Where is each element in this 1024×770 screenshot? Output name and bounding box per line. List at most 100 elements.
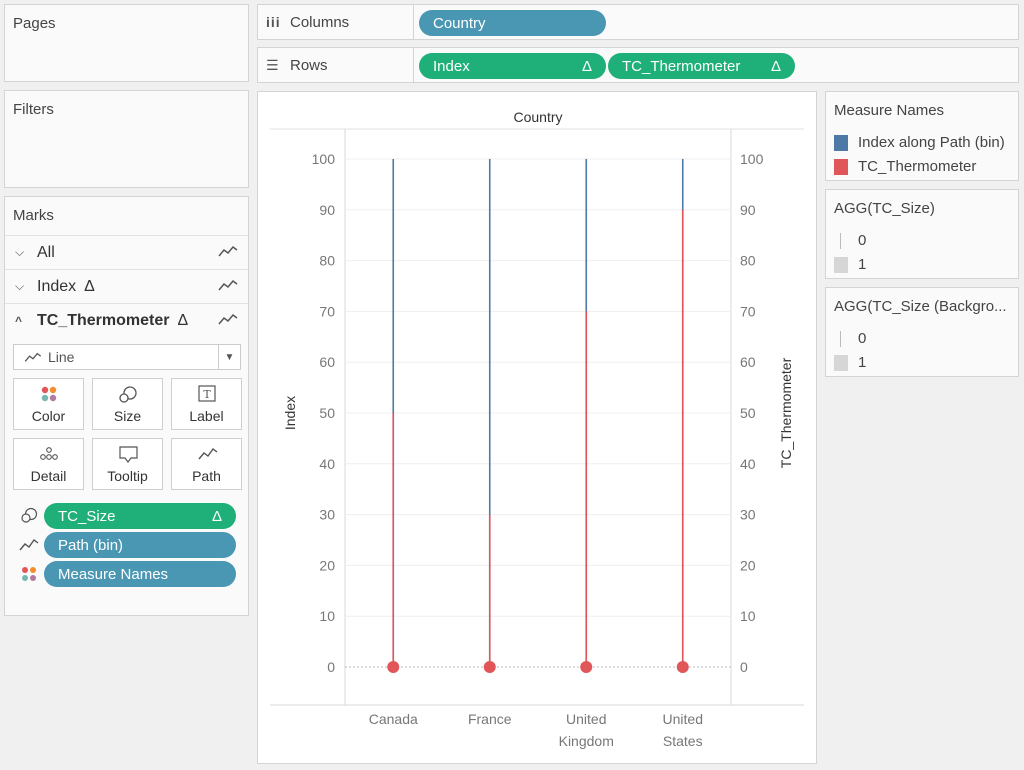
filters-title: Filters: [13, 101, 54, 118]
x-tick-label: United: [663, 711, 703, 727]
legend-label: TC_Thermometer: [858, 158, 977, 175]
size-legend[interactable]: AGG(TC_Size) 0 1: [825, 189, 1019, 279]
size-legend-item-1: 1: [834, 256, 866, 273]
rows-shelf[interactable]: ☰ Rows Index Δ TC_Thermometer Δ: [257, 47, 1019, 83]
marks-row-all[interactable]: ⌵ All: [5, 235, 248, 269]
pill-label: Measure Names: [58, 565, 169, 583]
detail-icon: [40, 447, 58, 460]
y-tick-label-left: 10: [319, 608, 335, 624]
size-icon: [119, 386, 137, 403]
label-button[interactable]: T Label: [171, 378, 242, 430]
legend-label: 1: [858, 354, 867, 371]
color-icon: [41, 386, 57, 402]
y-tick-label-right: 100: [740, 151, 764, 167]
tooltip-button[interactable]: Tooltip: [92, 438, 163, 490]
pages-card[interactable]: Pages: [4, 4, 249, 82]
size-bg-legend-item-0: 0: [834, 330, 866, 347]
marks-title: Marks: [13, 207, 54, 224]
path-bin-pill[interactable]: Path (bin): [44, 532, 236, 558]
y-tick-label-left: 70: [319, 303, 335, 319]
legend-label: 0: [858, 330, 867, 347]
detail-button[interactable]: Detail: [13, 438, 84, 490]
thermometer-bulb: [387, 661, 400, 673]
y-tick-label-right: 30: [740, 507, 756, 523]
line-mark-icon: [218, 279, 238, 291]
label-button-label: Label: [189, 408, 224, 424]
column-header-title: Country: [513, 109, 562, 125]
marks-card: Marks ⌵ All ⌵ Index Δ ^ TC_Thermometer Δ…: [4, 196, 249, 616]
marks-field-tc-size[interactable]: TC_Size Δ: [19, 503, 241, 529]
pill-label: Country: [433, 14, 486, 32]
marks-field-measure-names[interactable]: Measure Names: [19, 561, 241, 587]
pages-title: Pages: [13, 15, 56, 32]
filters-card[interactable]: Filters: [4, 90, 249, 188]
marks-row-index[interactable]: ⌵ Index Δ: [5, 269, 248, 303]
mark-type-select[interactable]: Line ▼: [13, 344, 241, 370]
x-tick-label: United: [566, 711, 606, 727]
legend-swatch: [834, 158, 848, 175]
color-icon: [22, 567, 36, 581]
legend-label: 0: [858, 232, 867, 249]
size-bg-legend-item-1: 1: [834, 354, 866, 371]
thermometer-bulb: [483, 661, 496, 673]
y-tick-label-right: 20: [740, 557, 756, 573]
tc-size-pill[interactable]: TC_Size Δ: [44, 503, 236, 529]
path-button-label: Path: [192, 468, 221, 484]
pill-label: TC_Thermometer: [622, 57, 741, 75]
chart-view[interactable]: Country 0 0 10 10 20 20 30 30 40 40 50 50 60 60 70 70 80 8…: [257, 91, 817, 764]
marks-row-tc-thermometer[interactable]: ^ TC_Thermometer Δ: [5, 303, 248, 337]
x-tick-label: France: [468, 711, 512, 727]
index-pill[interactable]: Index Δ: [419, 53, 606, 79]
rows-icon: ☰: [266, 56, 279, 73]
path-button[interactable]: Path: [171, 438, 242, 490]
legend-title: AGG(TC_Size): [834, 200, 935, 217]
size-icon: [21, 507, 38, 523]
tooltip-button-label: Tooltip: [107, 468, 148, 484]
size-background-legend[interactable]: AGG(TC_Size (Backgro... 0 1: [825, 287, 1019, 377]
columns-shelf[interactable]: iii Columns Country: [257, 4, 1019, 40]
delta-icon: Δ: [211, 507, 222, 525]
y-tick-label-left: 100: [312, 151, 336, 167]
delta-icon: Δ: [177, 311, 189, 329]
y-tick-label-right: 80: [740, 253, 756, 269]
path-icon: [198, 448, 218, 460]
chevron-down-icon: ⌵: [15, 245, 25, 259]
legend-item-thermometer[interactable]: TC_Thermometer: [834, 158, 976, 175]
measure-names-pill[interactable]: Measure Names: [44, 561, 236, 587]
y-tick-label-left: 0: [327, 659, 335, 675]
color-button[interactable]: Color: [13, 378, 84, 430]
path-icon: [19, 539, 39, 551]
country-pill[interactable]: Country: [419, 10, 606, 36]
marks-field-path-bin[interactable]: Path (bin): [19, 532, 241, 558]
y-tick-label-right: 60: [740, 354, 756, 370]
color-button-label: Color: [31, 408, 66, 424]
y-axis-title-right: TC_Thermometer: [778, 357, 794, 468]
line-mark-icon: [24, 352, 42, 362]
x-tick-label: Canada: [369, 711, 418, 727]
measure-names-legend[interactable]: Measure Names Index along Path (bin) TC_…: [825, 91, 1019, 181]
size-swatch-small: [834, 232, 848, 249]
size-button[interactable]: Size: [92, 378, 163, 430]
y-tick-label-left: 40: [319, 456, 335, 472]
mark-type-value: Line: [48, 349, 75, 365]
thermometer-chart[interactable]: Country 0 0 10 10 20 20 30 30 40 40 50 50 60 60 70 70 80 8…: [258, 92, 816, 763]
y-tick-label-left: 30: [319, 507, 335, 523]
legend-item-index[interactable]: Index along Path (bin): [834, 134, 1005, 151]
size-legend-item-0: 0: [834, 232, 866, 249]
columns-shelf-label: iii Columns: [258, 5, 414, 39]
x-tick-label: Kingdom: [559, 733, 614, 749]
tc-thermometer-pill[interactable]: TC_Thermometer Δ: [608, 53, 795, 79]
columns-label-text: Columns: [290, 13, 350, 31]
delta-icon: Δ: [84, 277, 95, 295]
rows-shelf-label: ☰ Rows: [258, 48, 414, 82]
marks-row-label: Index: [37, 277, 77, 295]
delta-icon: Δ: [770, 57, 781, 75]
legend-label: Index along Path (bin): [858, 134, 1005, 151]
thermometer-bulb: [676, 661, 689, 673]
line-mark-icon: [218, 245, 238, 257]
size-swatch-small: [834, 330, 848, 347]
chevron-down-icon: ⌵: [15, 279, 25, 293]
detail-button-label: Detail: [30, 468, 67, 484]
marks-row-label: All: [37, 243, 55, 261]
legend-swatch: [834, 134, 848, 151]
